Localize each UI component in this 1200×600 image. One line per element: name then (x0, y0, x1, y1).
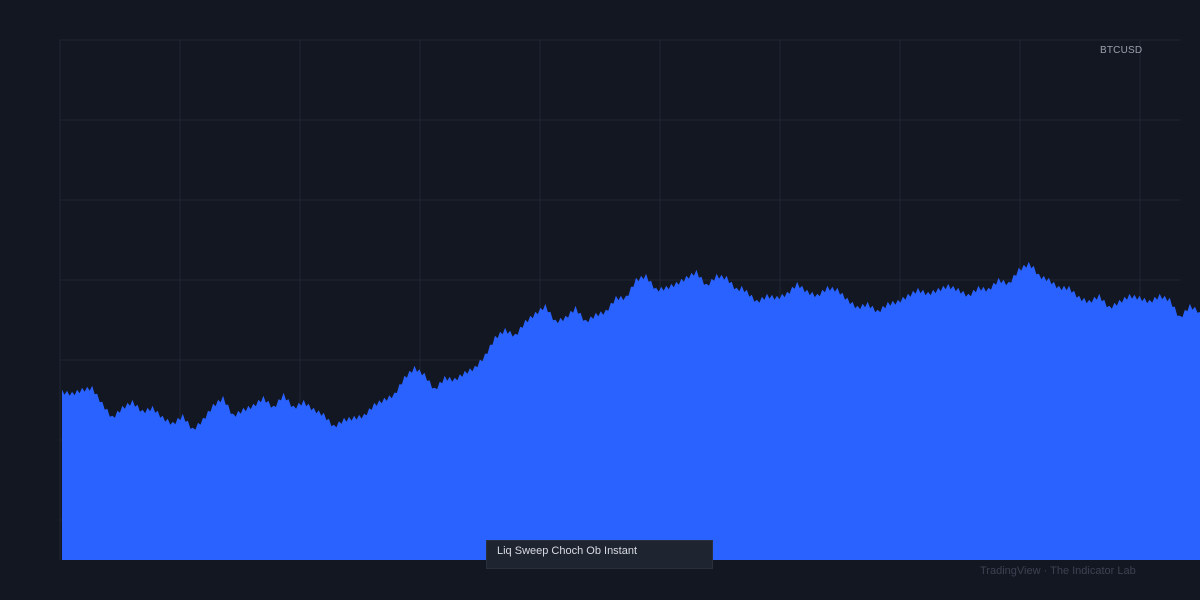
indicator-label: Liq Sweep Choch Ob Instant (497, 545, 638, 557)
area-chart[interactable] (0, 0, 1200, 600)
indicator-legend[interactable]: Liq Sweep Choch Ob Instant (486, 540, 713, 569)
watermark: TradingView · The Indicator Lab (980, 565, 1136, 577)
symbol-label: BTCUSD (1100, 45, 1143, 56)
series-layer (62, 261, 1200, 560)
chart-stage: BTCUSD Liq Sweep Choch Ob Instant Tradin… (0, 0, 1200, 600)
series-area (62, 261, 1200, 560)
